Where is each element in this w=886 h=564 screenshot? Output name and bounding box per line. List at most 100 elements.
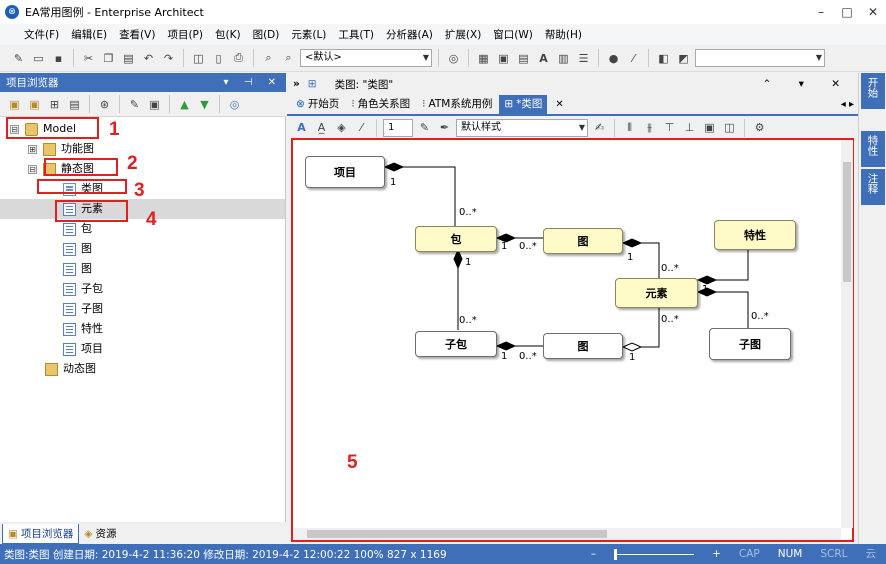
- tree-item-functional[interactable]: ⊞ 功能图: [28, 139, 94, 159]
- maximize-button[interactable]: □: [834, 0, 860, 24]
- layout-tools-icon[interactable]: ⚙: [751, 119, 768, 136]
- window-icon[interactable]: ◧: [655, 50, 672, 67]
- vertical-scrollbar[interactable]: [841, 140, 853, 528]
- tab-start[interactable]: 开始: [861, 73, 885, 109]
- menu-element[interactable]: 元素(L): [285, 27, 332, 42]
- tree-item-property[interactable]: 特性: [63, 319, 103, 339]
- menu-edit[interactable]: 编辑(E): [65, 27, 113, 42]
- style-combo[interactable]: 默认样式 ▼: [456, 118, 588, 137]
- minimize-button[interactable]: –: [808, 0, 834, 24]
- tab-atm-usecase[interactable]: ⁝ ATM系统用例: [417, 95, 497, 114]
- binoculars-icon[interactable]: ⊛: [96, 96, 113, 113]
- class-element[interactable]: 元素: [615, 278, 698, 308]
- zoom-out-button[interactable]: –: [591, 544, 596, 564]
- list-icon[interactable]: ☰: [575, 50, 592, 67]
- tab-role-diagram[interactable]: ⁝ 角色关系图: [346, 95, 415, 114]
- tree-item-project[interactable]: 项目: [63, 339, 103, 359]
- font-color-icon[interactable]: A: [293, 119, 310, 136]
- menu-project[interactable]: 项目(P): [161, 27, 209, 42]
- menu-view[interactable]: 查看(V): [113, 27, 161, 42]
- line-icon[interactable]: ⁄: [625, 50, 642, 67]
- view-options-icon[interactable]: ▣: [146, 96, 163, 113]
- highlight-icon[interactable]: ✍: [591, 119, 608, 136]
- expand-icon[interactable]: ⊞: [28, 144, 37, 154]
- tree-item-dynamic[interactable]: 动态图: [45, 359, 96, 379]
- redo-icon[interactable]: ↷: [160, 50, 177, 67]
- menu-analyzer[interactable]: 分析器(A): [380, 27, 439, 42]
- tab-properties[interactable]: 特性: [861, 131, 885, 167]
- class-project[interactable]: 项目: [305, 156, 385, 188]
- panel-controls[interactable]: ▾ ⊣ ✕: [224, 73, 282, 92]
- menu-diagram[interactable]: 图(D): [247, 27, 286, 42]
- notes-icon[interactable]: ▥: [555, 50, 572, 67]
- scroll-thumb[interactable]: [307, 530, 607, 538]
- grid-icon[interactable]: ▦: [475, 50, 492, 67]
- tree-item-subdiagram[interactable]: 子图: [63, 299, 103, 319]
- new-folder-icon[interactable]: ▣: [26, 96, 43, 113]
- format-painter-icon[interactable]: ✎: [416, 119, 433, 136]
- pen-icon[interactable]: ✒: [436, 119, 453, 136]
- line-color-icon[interactable]: ⁄: [353, 119, 370, 136]
- text-style-icon[interactable]: A̲: [313, 119, 330, 136]
- font-icon[interactable]: A: [535, 50, 552, 67]
- print-icon[interactable]: ⎙: [230, 50, 247, 67]
- align-bottom-icon[interactable]: ⊥: [681, 119, 698, 136]
- move-up-icon[interactable]: ▲: [176, 96, 193, 113]
- move-down-icon[interactable]: ▼: [196, 96, 213, 113]
- properties-icon[interactable]: ✎: [126, 96, 143, 113]
- align-center-icon[interactable]: ⫵: [641, 119, 658, 136]
- new-element-icon[interactable]: ▤: [66, 96, 83, 113]
- tab-notes[interactable]: 注释: [861, 169, 885, 205]
- tab-nav-arrows[interactable]: ◂ ▸: [841, 95, 854, 114]
- same-size-icon[interactable]: ▣: [701, 119, 718, 136]
- table-icon[interactable]: ▤: [515, 50, 532, 67]
- horizontal-scrollbar[interactable]: [293, 528, 841, 540]
- new-diagram-icon[interactable]: ⊞: [46, 96, 63, 113]
- menu-window[interactable]: 窗口(W): [487, 27, 539, 42]
- workspace-combo[interactable]: <默认> ▼: [300, 49, 432, 67]
- class-subdiagram[interactable]: 子图: [709, 328, 791, 360]
- close-tab-icon[interactable]: ✕: [555, 95, 563, 114]
- print-preview-icon[interactable]: ◫: [190, 50, 207, 67]
- fill-color-icon[interactable]: ◈: [333, 119, 350, 136]
- class-diagram[interactable]: 图: [543, 228, 623, 254]
- tree-item-subpackage[interactable]: 子包: [63, 279, 103, 299]
- open-icon[interactable]: ▭: [30, 50, 47, 67]
- layout-icon[interactable]: ▣: [495, 50, 512, 67]
- align-top-icon[interactable]: ⊤: [661, 119, 678, 136]
- zoom-slider[interactable]: [614, 549, 695, 560]
- help-icon[interactable]: ◎: [445, 50, 462, 67]
- search-combo[interactable]: ▼: [695, 49, 825, 67]
- tree-item-package[interactable]: 包: [63, 219, 92, 239]
- scroll-thumb[interactable]: [843, 162, 851, 282]
- link-icon[interactable]: ●: [605, 50, 622, 67]
- menu-help[interactable]: 帮助(H): [539, 27, 588, 42]
- zoom-in-button[interactable]: +: [712, 544, 721, 564]
- menu-file[interactable]: 文件(F): [18, 27, 65, 42]
- collapse-icon[interactable]: ⊟: [28, 164, 37, 174]
- new-icon[interactable]: ✎: [10, 50, 27, 67]
- undo-icon[interactable]: ↶: [140, 50, 157, 67]
- class-property[interactable]: 特性: [714, 220, 796, 250]
- diagram-canvas[interactable]: 项目 包 图 特性 元素 子包 图 子图 1 0..* 1 0..* 1 1 0…: [291, 138, 854, 542]
- document-controls[interactable]: ⌃ ▾ ✕: [762, 78, 852, 90]
- class-diagram-2[interactable]: 图: [543, 333, 623, 359]
- image-icon[interactable]: ◩: [675, 50, 692, 67]
- tree-item-diagram[interactable]: 图: [63, 259, 92, 279]
- class-subpackage[interactable]: 子包: [415, 331, 497, 357]
- tab-resources[interactable]: ◈ 资源: [79, 524, 121, 544]
- zoom-slider-thumb[interactable]: [614, 549, 618, 560]
- paste-icon[interactable]: ▤: [120, 50, 137, 67]
- target-icon[interactable]: ◎: [226, 96, 243, 113]
- find-icon[interactable]: ⌕: [260, 50, 277, 67]
- overflow-icon[interactable]: »: [293, 78, 300, 90]
- new-package-icon[interactable]: ▣: [6, 96, 23, 113]
- align-left-icon[interactable]: ⫴: [621, 119, 638, 136]
- cut-icon[interactable]: ✂: [80, 50, 97, 67]
- page-setup-icon[interactable]: ▯: [210, 50, 227, 67]
- tab-class-diagram[interactable]: ⊞ *类图: [499, 95, 548, 114]
- tab-start-page[interactable]: ⊗ 开始页: [291, 95, 344, 114]
- class-package[interactable]: 包: [415, 226, 497, 252]
- menu-extensions[interactable]: 扩展(X): [439, 27, 487, 42]
- search-model-icon[interactable]: ⌕: [280, 50, 297, 67]
